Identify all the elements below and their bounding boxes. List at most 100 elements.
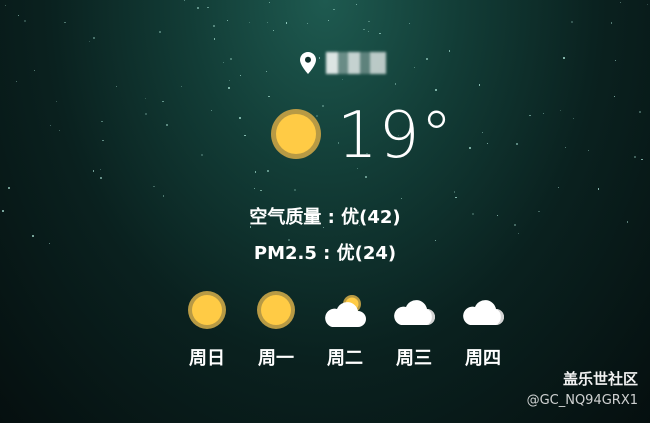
star-dot — [543, 112, 545, 114]
star-dot — [408, 22, 410, 25]
star-dot — [365, 176, 368, 179]
star-dot — [563, 57, 565, 59]
star-dot — [307, 23, 309, 25]
star-dot — [15, 80, 17, 83]
location-header[interactable] — [300, 52, 386, 74]
star-dot — [293, 189, 296, 192]
star-dot — [24, 20, 27, 23]
star-dot — [611, 22, 613, 24]
star-dot — [32, 234, 35, 237]
star-dot — [100, 176, 103, 179]
star-dot — [588, 149, 590, 151]
star-dot — [253, 187, 255, 189]
star-dot — [226, 19, 229, 22]
star-dot — [268, 2, 270, 4]
star-dot — [99, 169, 102, 171]
star-dot — [363, 28, 365, 31]
star-dot — [93, 36, 96, 39]
star-dot — [572, 117, 575, 119]
forecast-row: 周日 周一 周二 周三 周四 — [172, 290, 516, 380]
star-dot — [33, 69, 35, 72]
star-dot — [285, 22, 288, 24]
star-dot — [115, 86, 117, 88]
star-dot — [469, 147, 472, 150]
star-dot — [481, 131, 483, 133]
air-quality-index: 空气质量 : 优(42) — [249, 207, 401, 228]
community-watermark: 盖乐世社区 @GC_NQ94GRX1 — [527, 368, 638, 408]
star-dot — [486, 142, 488, 144]
star-dot — [321, 104, 324, 107]
location-pin-icon — [300, 52, 316, 74]
star-dot — [255, 171, 257, 173]
star-dot — [227, 86, 230, 89]
star-dot — [162, 195, 165, 197]
star-dot — [267, 170, 270, 173]
star-dot — [515, 143, 518, 146]
cloud-icon — [394, 300, 435, 325]
star-dot — [223, 61, 225, 64]
star-dot — [454, 191, 456, 193]
star-dot — [401, 197, 403, 199]
star-dot — [619, 1, 621, 3]
forecast-day-label: 周二 — [327, 348, 363, 369]
star-dot — [101, 120, 103, 122]
partly-cloudy-icon — [325, 295, 366, 327]
star-dot — [414, 66, 416, 69]
star-dot — [478, 84, 480, 86]
star-dot — [17, 15, 19, 17]
forecast-day-label: 周四 — [465, 348, 501, 369]
forecast-day[interactable]: 周四 — [448, 290, 518, 370]
star-dot — [449, 50, 451, 52]
star-dot — [647, 3, 649, 5]
star-dot — [228, 80, 230, 82]
watermark-user: @GC_NQ94GRX1 — [526, 393, 638, 408]
star-dot — [356, 4, 358, 6]
forecast-day[interactable]: 周二 — [310, 290, 380, 370]
star-dot — [379, 32, 381, 35]
star-dot — [5, 4, 7, 6]
star-dot — [266, 71, 268, 73]
star-dot — [8, 186, 11, 189]
star-dot — [230, 57, 233, 60]
forecast-day-label: 周日 — [189, 348, 225, 369]
star-dot — [166, 124, 169, 127]
forecast-day-label: 周一 — [258, 348, 294, 369]
star-dot — [435, 89, 437, 91]
star-dot — [614, 95, 616, 97]
star-dot — [64, 22, 66, 24]
forecast-day[interactable]: 周三 — [379, 290, 449, 370]
star-dot — [102, 140, 104, 142]
forecast-day-label: 周三 — [396, 348, 432, 369]
star-dot — [565, 146, 567, 149]
star-dot — [92, 170, 95, 172]
cloud-icon — [463, 300, 504, 325]
star-dot — [273, 30, 275, 32]
sun-icon — [271, 109, 321, 159]
star-dot — [158, 30, 161, 33]
pm25-index: PM2.5 : 优(24) — [253, 243, 397, 264]
star-dot — [268, 95, 270, 98]
star-dot — [641, 158, 643, 160]
star-dot — [207, 7, 209, 9]
sun-icon — [188, 291, 226, 329]
star-dot — [426, 58, 429, 61]
star-dot — [328, 19, 330, 21]
star-dot — [368, 21, 370, 23]
forecast-day[interactable]: 周日 — [172, 290, 242, 370]
star-dot — [55, 100, 58, 103]
star-dot — [341, 78, 344, 80]
star-dot — [197, 7, 199, 10]
forecast-day[interactable]: 周一 — [241, 290, 311, 370]
star-dot — [58, 129, 60, 132]
location-name-blurred — [326, 52, 386, 74]
star-dot — [88, 41, 90, 43]
star-dot — [200, 153, 203, 156]
star-dot — [144, 97, 146, 99]
star-dot — [267, 21, 269, 23]
watermark-title: 盖乐世社区 — [562, 370, 638, 388]
star-dot — [597, 188, 599, 190]
star-dot — [455, 196, 457, 198]
star-dot — [557, 186, 559, 189]
star-dot — [49, 124, 51, 126]
star-dot — [260, 189, 262, 191]
